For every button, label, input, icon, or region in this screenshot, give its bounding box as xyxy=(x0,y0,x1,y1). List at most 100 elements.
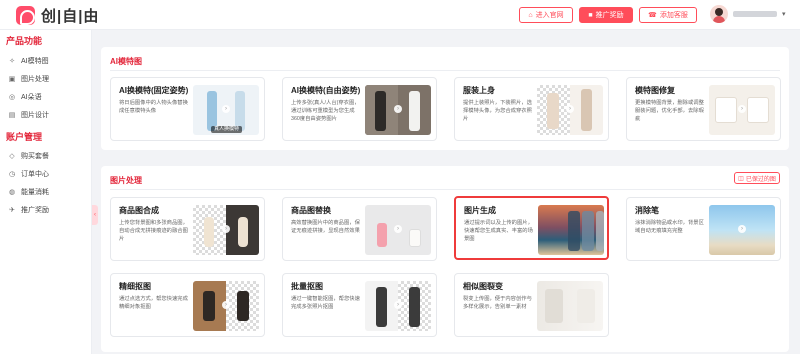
sidebar-item-referral[interactable]: ✈ 推广奖励 xyxy=(8,205,49,215)
card-thumbnail: › xyxy=(365,85,431,135)
card-thumbnail: › 真人换模特 xyxy=(193,85,259,135)
sidebar-item-image-design[interactable]: ▤ 图片设计 xyxy=(8,110,49,120)
add-support-button[interactable]: ☎ 添加客服 xyxy=(639,7,697,23)
energy-icon: ◍ xyxy=(8,189,16,196)
gift-icon: ■ xyxy=(588,11,593,19)
sidebar-item-ai-chat[interactable]: ◎ AI朵语 xyxy=(8,92,42,102)
chevron-left-icon: ‹ xyxy=(94,212,96,218)
divider xyxy=(110,70,780,71)
card-similar-variants[interactable]: 相似图裂变 裂变上传图，便于内容创作与多样化展示，告别单一素材 xyxy=(454,273,609,337)
scene-strip xyxy=(582,211,594,251)
card-thumbnail: › xyxy=(193,205,259,255)
divider xyxy=(110,189,780,190)
card-batch-cutout[interactable]: 批量抠图 通过一键智能抠图，帮您快速完成多张照片抠图 › xyxy=(282,273,437,337)
referral-reward-button[interactable]: ■ 推广奖励 xyxy=(579,7,633,23)
card-fine-cutout[interactable]: 精细抠图 通过点选方式，帮您快速完成精细对象抠图 › xyxy=(110,273,265,337)
card-desc: 通过点选方式，帮您快速完成精细对象抠图 xyxy=(119,296,188,310)
arrow-right-icon: › xyxy=(738,105,746,113)
thumbnail-tag: 真人换模特 xyxy=(211,126,243,133)
app-logo[interactable]: 创|自|由 xyxy=(16,5,99,26)
share-icon: ✈ xyxy=(9,207,15,214)
arrow-right-icon: › xyxy=(738,225,746,233)
bottle-image xyxy=(238,217,248,247)
card-title: AI换模特(固定姿势) xyxy=(119,86,189,95)
card-desc: 涂抹消除物品或水印，背景区域自动无痕填充完整 xyxy=(635,220,704,234)
card-desc: 提供上装照片，下装照片，选择模特头像，为您合成穿衣照片 xyxy=(463,100,532,122)
lamp-image xyxy=(203,291,215,321)
official-site-button[interactable]: ⌂ 进入官网 xyxy=(519,7,573,23)
card-desc: 通过一键智能抠图，帮您快速完成多张照片抠图 xyxy=(291,296,360,310)
sidebar-item-buy-plan[interactable]: ◇ 购买套餐 xyxy=(8,151,49,161)
section-title: AI模特图 xyxy=(110,57,142,66)
card-desc: 通过提示词以及上传的图片，快速帮您生成真实、丰富的场景图 xyxy=(464,220,533,242)
lamp-image xyxy=(237,291,249,321)
section-title: 图片处理 xyxy=(110,176,142,185)
card-thumbnail: › xyxy=(365,281,431,331)
username-masked[interactable] xyxy=(733,11,777,17)
card-thumbnail: › xyxy=(709,205,775,255)
order-icon: ◷ xyxy=(8,171,16,178)
card-thumbnail: › xyxy=(537,85,603,135)
product-image xyxy=(377,223,387,247)
model-figure xyxy=(235,91,245,131)
history-images-button[interactable]: ◫ 已保过的图 xyxy=(734,172,780,184)
user-avatar[interactable] xyxy=(710,5,728,23)
sidebar-item-image-processing[interactable]: ▣ 图片处理 xyxy=(8,74,49,84)
card-eraser[interactable]: 消除笔 涂抹消除物品或水印，背景区域自动无痕填充完整 › xyxy=(626,197,781,261)
room-image xyxy=(545,289,563,323)
home-icon: ⌂ xyxy=(528,11,533,19)
design-icon: ▤ xyxy=(8,112,16,119)
card-thumbnail xyxy=(538,205,604,255)
card-clothing-tryon[interactable]: 服装上身 提供上装照片，下装照片，选择模特头像，为您合成穿衣照片 › xyxy=(454,77,609,141)
sidebar-group-account: 账户管理 xyxy=(6,132,43,142)
card-ai-model-fixed[interactable]: AI换模特(固定姿势) 将日后图像中的人物头像替换成任意模特头像 › 真人换模特 xyxy=(110,77,265,141)
room-image xyxy=(577,289,595,323)
model-icon: ✧ xyxy=(9,58,15,65)
card-product-replace[interactable]: 商品图替换 高效替换图片中的商品图，保证无痕迹拼接，显现自然效果 › xyxy=(282,197,437,261)
sidebar-item-orders[interactable]: ◷ 订单中心 xyxy=(8,169,49,179)
card-desc: 将日后图像中的人物头像替换成任意模特头像 xyxy=(119,100,188,114)
sidebar-group-product: 产品功能 xyxy=(6,36,43,46)
sidebar: 产品功能 ✧ AI模特图 ▣ 图片处理 ◎ AI朵语 ▤ 图片设计 账户管理 ◇ 购买套餐… xyxy=(0,30,92,354)
card-thumbnail: › xyxy=(709,85,775,135)
card-title: 商品图替换 xyxy=(291,206,331,215)
sidebar-item-ai-model[interactable]: ✧ AI模特图 xyxy=(8,56,49,66)
scene-strip xyxy=(568,211,580,251)
card-desc: 更换模特图背景，删除或调整服装问题，优化手部，去除瑕疵 xyxy=(635,100,704,122)
arrow-right-icon: › xyxy=(394,105,402,113)
card-title: 精细抠图 xyxy=(119,282,151,291)
cart-icon: ◇ xyxy=(9,153,15,160)
logo-icon xyxy=(16,6,35,25)
chevron-down-icon[interactable]: ▾ xyxy=(782,10,786,18)
child-figure xyxy=(409,287,420,327)
logo-text: 创|自|由 xyxy=(41,8,100,25)
sidebar-item-energy[interactable]: ◍ 能量消耗 xyxy=(8,187,49,197)
card-model-repair[interactable]: 模特图修复 更换模特图背景，删除或调整服装问题，优化手部，去除瑕疵 › xyxy=(626,77,781,141)
arrow-right-icon: › xyxy=(394,225,402,233)
card-ai-model-free[interactable]: AI换模特(自由姿势) 上传多张(真人/人台)穿衣图，通过训练可重模型为您生成3… xyxy=(282,77,437,141)
section-ai-model: AI模特图 AI换模特(固定姿势) 将日后图像中的人物头像替换成任意模特头像 ›… xyxy=(101,47,789,150)
card-product-compose[interactable]: 商品图合成 上传您背景图和多张商品图，自动合成无拼接痕迹的融合图片 › xyxy=(110,197,265,261)
card-desc: 上传多张(真人/人台)穿衣图，通过训练可重模型为您生成360度自由姿势图片 xyxy=(291,100,360,122)
card-thumbnail: › xyxy=(365,205,431,255)
image-icon: ▣ xyxy=(8,76,16,83)
arrow-right-icon: › xyxy=(394,301,402,309)
tshirt-image xyxy=(715,97,737,123)
model-figure xyxy=(207,91,217,131)
card-title: AI换模特(自由姿势) xyxy=(291,86,361,95)
tshirt-image xyxy=(747,97,769,123)
history-icon: ◫ xyxy=(738,175,744,182)
model-figure xyxy=(581,89,592,131)
arrow-right-icon: › xyxy=(222,105,230,113)
card-image-generate[interactable]: 图片生成 通过提示词以及上传的图片，快速帮您生成真实、丰富的场景图 xyxy=(454,196,609,260)
arrow-right-icon: › xyxy=(222,225,230,233)
sidebar-collapse-handle[interactable]: ‹ xyxy=(92,205,98,225)
section-image-processing: 图片处理 ◫ 已保过的图 商品图合成 上传您背景图和多张商品图，自动合成无拼接痕… xyxy=(101,166,789,352)
card-thumbnail: › xyxy=(193,281,259,331)
product-image xyxy=(409,229,421,247)
card-desc: 裂变上传图，便于内容创作与多样化展示，告别单一素材 xyxy=(463,296,532,310)
card-title: 消除笔 xyxy=(635,206,659,215)
card-desc: 高效替换图片中的商品图，保证无痕迹拼接，显现自然效果 xyxy=(291,220,360,234)
headset-icon: ☎ xyxy=(648,12,657,19)
card-title: 服装上身 xyxy=(463,86,495,95)
